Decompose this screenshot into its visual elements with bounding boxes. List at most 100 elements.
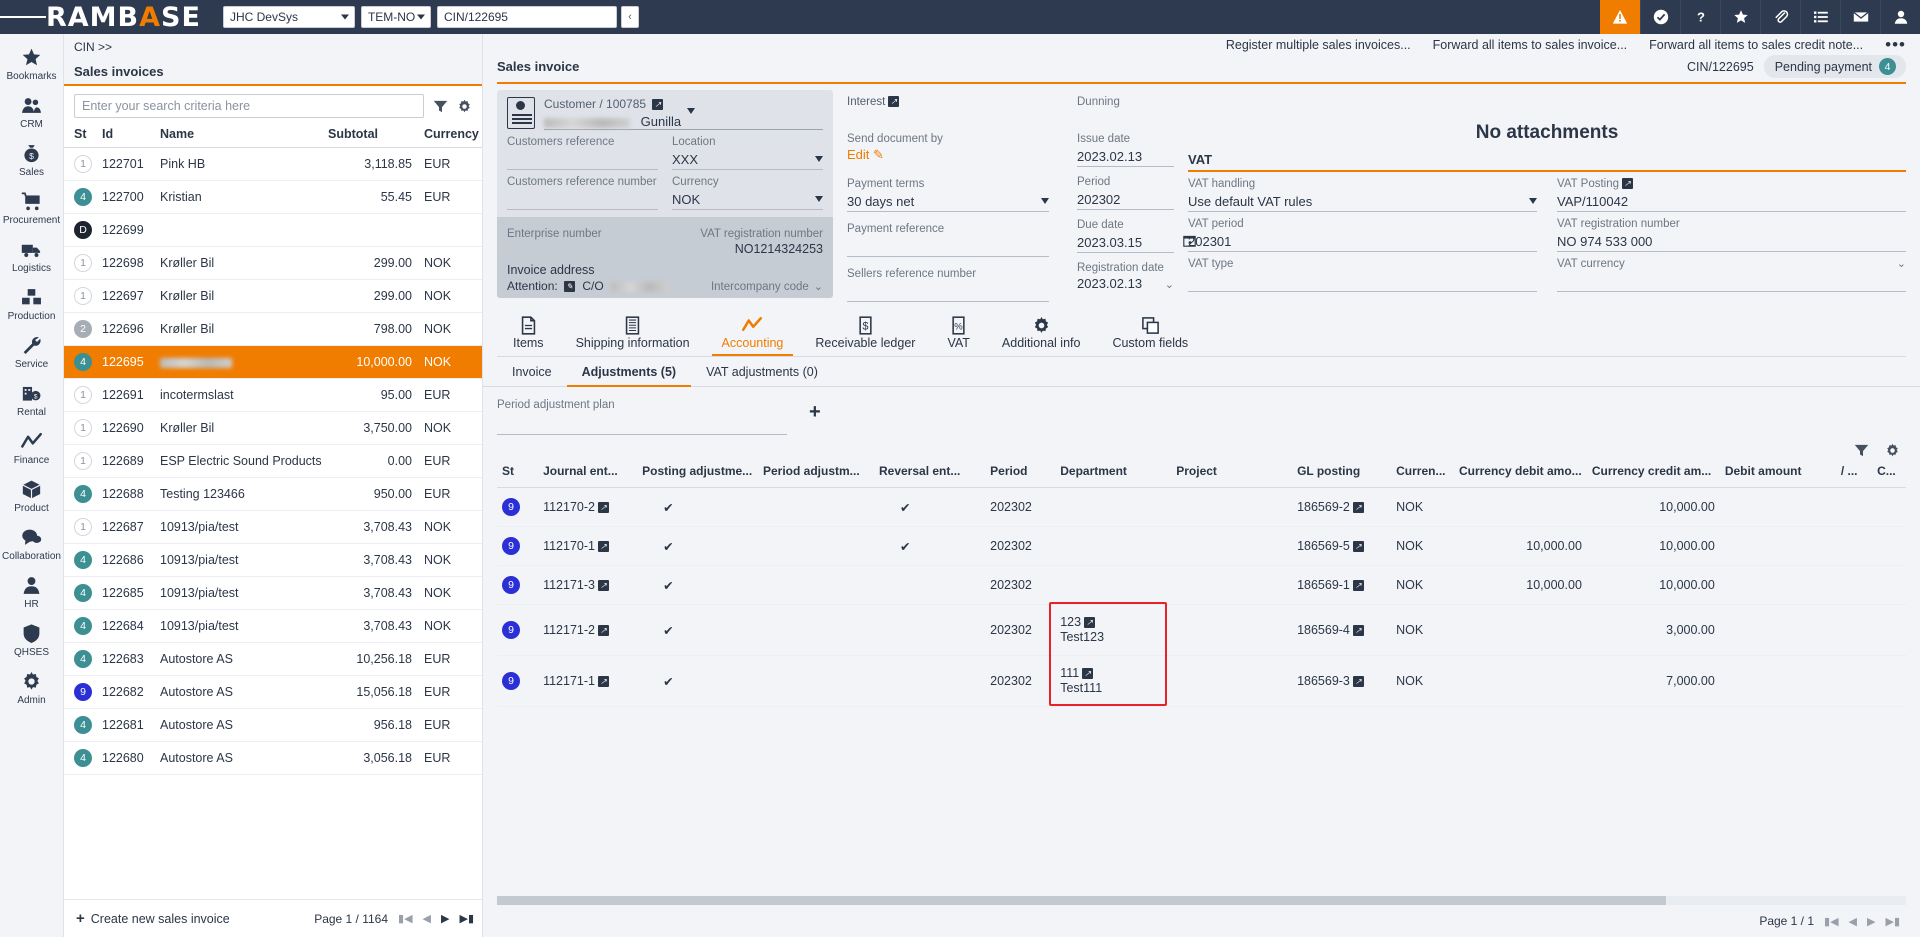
open-link-icon[interactable]: ↗: [597, 541, 609, 553]
table-row[interactable]: 4 122700 Kristian 55.45 EUR: [64, 180, 482, 214]
table-row[interactable]: 1 122698 Krøller Bil 299.00 NOK: [64, 246, 482, 280]
sidebar-item-hr[interactable]: HR: [0, 568, 64, 616]
open-link-icon[interactable]: ↗: [597, 580, 609, 592]
chevron-double-down-icon[interactable]: ⌄: [1165, 278, 1174, 291]
next-page-button[interactable]: ▶: [441, 912, 449, 925]
sidebar-item-sales[interactable]: $ Sales: [0, 136, 64, 184]
vat-posting-field[interactable]: VAT Posting ↗ VAP/110042: [1557, 172, 1906, 212]
horizontal-scrollbar[interactable]: [497, 896, 1906, 905]
chevron-double-down-icon[interactable]: ⌄: [814, 282, 823, 293]
grid-gl-posting-cell[interactable]: 186569-5 ↗: [1292, 526, 1392, 566]
sidebar-item-production[interactable]: Production: [0, 280, 64, 328]
more-options-icon[interactable]: •••: [1885, 36, 1906, 53]
vat-registration-field[interactable]: VAT registration number NO 974 533 000: [1557, 212, 1906, 252]
sidebar-item-admin[interactable]: Admin: [0, 664, 64, 712]
open-link-icon[interactable]: ↗: [1084, 617, 1096, 629]
grid-column-header[interactable]: Curren...: [1391, 460, 1454, 488]
sidebar-item-logistics[interactable]: Logistics: [0, 232, 64, 280]
document-id-input[interactable]: CIN/122695: [436, 6, 617, 28]
action-forward-credit-note[interactable]: Forward all items to sales credit note..…: [1649, 38, 1863, 52]
sidebar-item-rental[interactable]: $ Rental: [0, 376, 64, 424]
location-field[interactable]: Location XXX: [672, 130, 823, 170]
grid-column-header[interactable]: C...: [1872, 460, 1906, 488]
breadcrumb[interactable]: CIN >>: [64, 34, 482, 58]
open-link-icon[interactable]: ↗: [1352, 580, 1364, 592]
grid-first-page-button[interactable]: ▮◀: [1824, 915, 1839, 928]
column-header-id[interactable]: Id: [98, 124, 156, 148]
open-link-icon[interactable]: ↗: [652, 99, 664, 111]
vat-type-field[interactable]: VAT type: [1188, 252, 1537, 292]
issue-date-field[interactable]: Issue date 2023.02.13: [1077, 110, 1174, 167]
tab-additional-info[interactable]: Additional info: [986, 310, 1097, 356]
customers-reference-number-field[interactable]: Customers reference number: [507, 170, 658, 210]
sidebar-item-bookmarks[interactable]: Bookmarks: [0, 40, 64, 88]
column-header-subtotal[interactable]: Subtotal: [324, 124, 416, 148]
open-link-icon[interactable]: ↗: [1352, 676, 1364, 688]
grid-row[interactable]: 9 112171-3 ↗ ✔ 202302 186569-1 ↗ NOK 10,000.00 10…: [497, 565, 1906, 605]
company-select[interactable]: JHC DevSys: [222, 6, 355, 28]
period-field[interactable]: Period 202302: [1077, 167, 1174, 210]
grid-column-header[interactable]: Project: [1171, 460, 1293, 488]
status-badge[interactable]: Pending payment 4: [1763, 55, 1906, 78]
user-icon[interactable]: [1880, 0, 1920, 34]
column-header-st[interactable]: St: [64, 124, 98, 148]
sidebar-item-procurement[interactable]: Procurement: [0, 184, 64, 232]
first-page-button[interactable]: ▮◀: [398, 912, 413, 925]
funnel-icon[interactable]: [1854, 443, 1869, 458]
edit-pencil-icon[interactable]: ✎: [873, 147, 884, 162]
vat-currency-field[interactable]: VAT currency ⌄: [1557, 252, 1906, 292]
grid-next-page-button[interactable]: ▶: [1867, 915, 1875, 928]
help-icon[interactable]: ?: [1680, 0, 1720, 34]
table-row[interactable]: 4 122686 10913/pia/test 3,708.43 NOK: [64, 543, 482, 577]
sidebar-item-qhses[interactable]: QHSES: [0, 616, 64, 664]
table-row[interactable]: 4 122681 Autostore AS 956.18 EUR: [64, 708, 482, 742]
grid-gl-posting-cell[interactable]: 186569-2 ↗: [1292, 487, 1392, 527]
grid-column-header[interactable]: Period: [985, 460, 1056, 488]
vat-period-field[interactable]: VAT period 202301: [1188, 212, 1537, 252]
subtab-adjustments[interactable]: Adjustments (5): [566, 357, 692, 387]
star-icon[interactable]: [1720, 0, 1760, 34]
sidebar-item-service[interactable]: Service: [0, 328, 64, 376]
grid-gl-posting-cell[interactable]: 186569-4 ↗: [1292, 604, 1392, 656]
tab-items[interactable]: Items: [497, 310, 560, 356]
table-row[interactable]: 4 122680 Autostore AS 3,056.18 EUR: [64, 741, 482, 775]
customer-name-field[interactable]: Gunilla: [544, 108, 823, 130]
template-select[interactable]: TEM-NO: [360, 6, 431, 28]
open-link-icon[interactable]: ↗: [1352, 541, 1364, 553]
grid-column-header[interactable]: Currency debit amo...: [1453, 460, 1587, 488]
alert-icon[interactable]: [1600, 0, 1640, 34]
table-row[interactable]: 1 122697 Krøller Bil 299.00 NOK: [64, 279, 482, 313]
open-link-icon[interactable]: ↗: [597, 676, 609, 688]
grid-previous-page-button[interactable]: ◀: [1849, 915, 1857, 928]
action-register-multiple[interactable]: Register multiple sales invoices...: [1226, 38, 1411, 52]
gear-icon[interactable]: [1885, 443, 1900, 458]
gear-icon[interactable]: [457, 99, 472, 114]
customer-link-label[interactable]: Customer / 100785: [544, 97, 646, 111]
open-link-icon[interactable]: ↗: [597, 502, 609, 514]
mail-icon[interactable]: [1840, 0, 1880, 34]
open-link-icon[interactable]: ↗: [1352, 625, 1364, 637]
action-forward-sales-invoice[interactable]: Forward all items to sales invoice...: [1433, 38, 1628, 52]
check-badge-icon[interactable]: [1640, 0, 1680, 34]
grid-column-header[interactable]: Journal ent...: [538, 460, 638, 488]
attachment-icon[interactable]: [1760, 0, 1800, 34]
table-row[interactable]: 4 122683 Autostore AS 10,256.18 EUR: [64, 642, 482, 676]
table-row[interactable]: 4 122695 10,000.00 NOK: [64, 345, 482, 379]
grid-journal-cell[interactable]: 112171-3 ↗: [538, 565, 638, 605]
table-row[interactable]: D 122699: [64, 213, 482, 247]
grid-journal-cell[interactable]: 112170-2 ↗: [538, 487, 638, 527]
table-row[interactable]: 4 122685 10913/pia/test 3,708.43 NOK: [64, 576, 482, 610]
vat-handling-field[interactable]: VAT handling Use default VAT rules: [1188, 172, 1537, 212]
grid-last-page-button[interactable]: ▶▮: [1885, 915, 1900, 928]
currency-field[interactable]: Currency NOK: [672, 170, 823, 210]
department-code[interactable]: 123: [1060, 615, 1081, 629]
table-row[interactable]: 1 122701 Pink HB 3,118.85 EUR: [64, 147, 482, 181]
grid-journal-cell[interactable]: 112171-2 ↗: [538, 604, 638, 656]
grid-column-header[interactable]: Department: [1055, 460, 1172, 488]
sidebar-item-product[interactable]: Product: [0, 472, 64, 520]
grid-column-header[interactable]: Debit amount: [1719, 460, 1836, 488]
grid-column-header[interactable]: Reversal ent...: [873, 460, 986, 488]
table-row[interactable]: 1 122691 incotermslast 95.00 EUR: [64, 378, 482, 412]
tab-shipping-information[interactable]: Shipping information: [560, 310, 706, 356]
open-link-icon[interactable]: ↗: [1082, 668, 1094, 680]
